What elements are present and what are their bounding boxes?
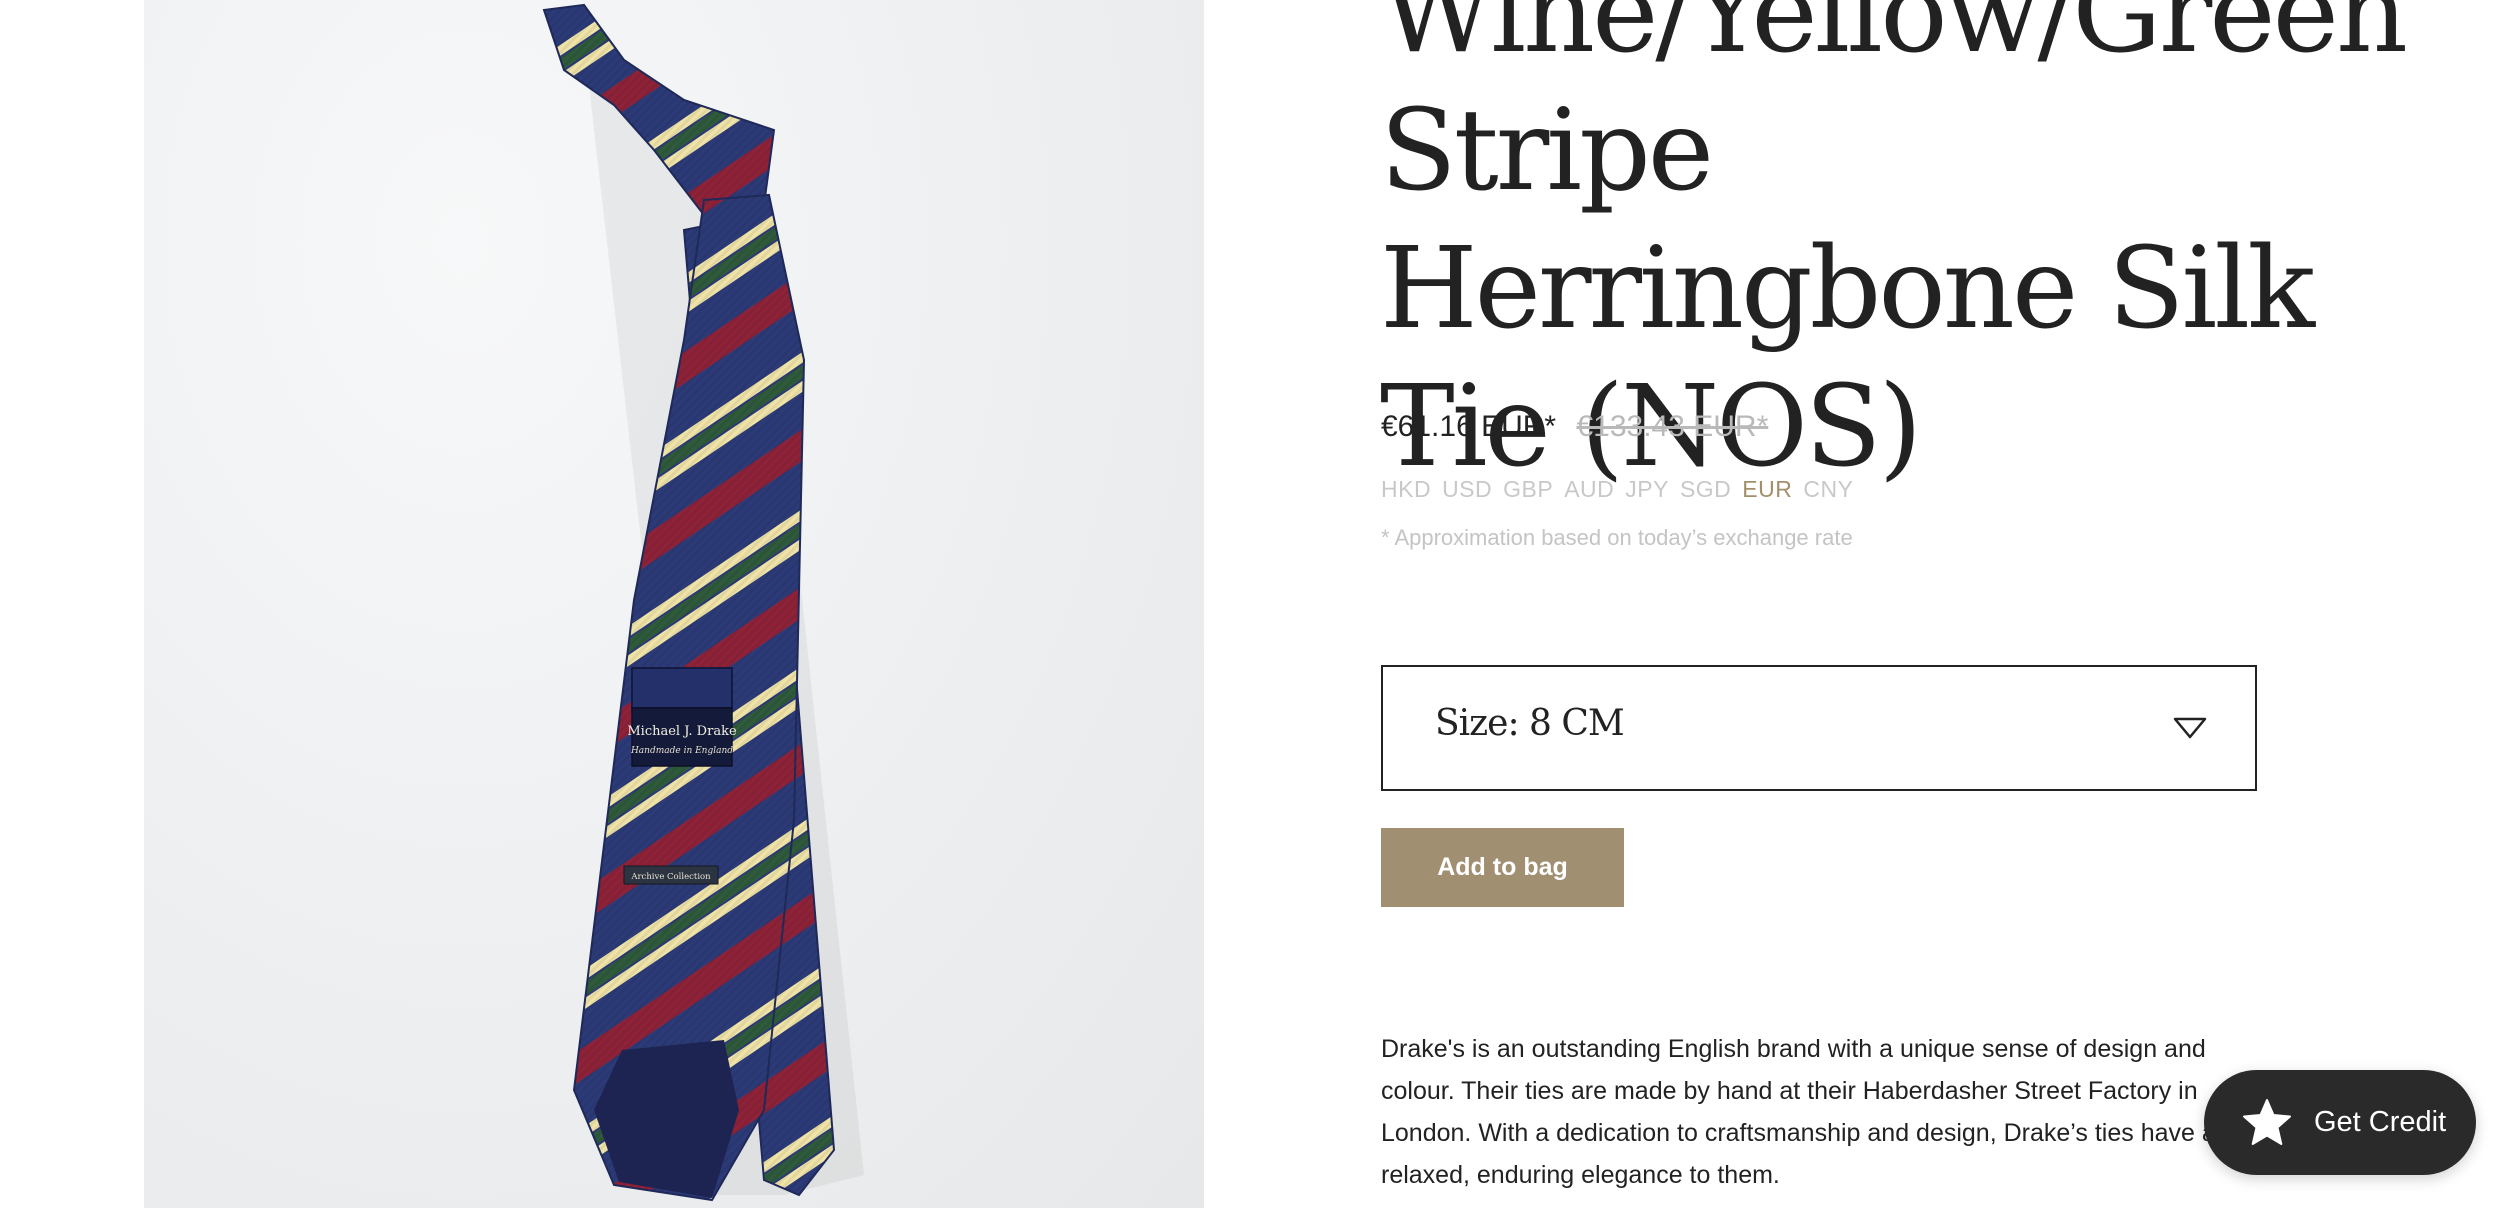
get-credit-button[interactable]: Get Credit — [2204, 1070, 2476, 1175]
tie-archive-tag: Archive Collection — [630, 872, 711, 882]
exchange-rate-note: * Approximation based on today’s exchang… — [1381, 525, 1853, 550]
size-select[interactable]: Size: 8 CM — [1381, 665, 2257, 791]
price-row: €61.16 EUR* €133.43 EUR* — [1381, 410, 1768, 444]
product-page: Michael J. Drake Handmade in England Arc… — [0, 0, 2500, 1208]
currency-hkd[interactable]: HKD — [1381, 476, 1431, 503]
current-price: €61.16 EUR* — [1381, 410, 1557, 443]
currency-jpy[interactable]: JPY — [1625, 476, 1669, 503]
currency-selector: HKD USD GBP AUD JPY SGD EUR CNY — [1381, 476, 1853, 503]
currency-cny[interactable]: CNY — [1803, 476, 1853, 503]
currency-eur[interactable]: EUR — [1742, 476, 1792, 503]
currency-sgd[interactable]: SGD — [1680, 476, 1731, 503]
add-to-bag-button[interactable]: Add to bag — [1381, 828, 1624, 907]
tie-illustration: Michael J. Drake Handmade in England Arc… — [542, 3, 864, 1202]
tie-brand-sublabel: Handmade in England — [630, 746, 733, 756]
currency-gbp[interactable]: GBP — [1503, 476, 1553, 503]
star-icon — [2243, 1099, 2291, 1145]
product-image[interactable]: Michael J. Drake Handmade in England Arc… — [144, 0, 1204, 1208]
size-select-value: Size: 8 CM — [1435, 703, 1625, 744]
currency-aud[interactable]: AUD — [1564, 476, 1614, 503]
chevron-down-icon — [2173, 717, 2207, 739]
original-price: €133.43 EUR* — [1576, 410, 1769, 443]
currency-usd[interactable]: USD — [1442, 476, 1492, 503]
get-credit-label: Get Credit — [2314, 1106, 2447, 1138]
product-description: Drake's is an outstanding English brand … — [1381, 1035, 2216, 1189]
tie-brand-label: Michael J. Drake — [627, 724, 737, 739]
